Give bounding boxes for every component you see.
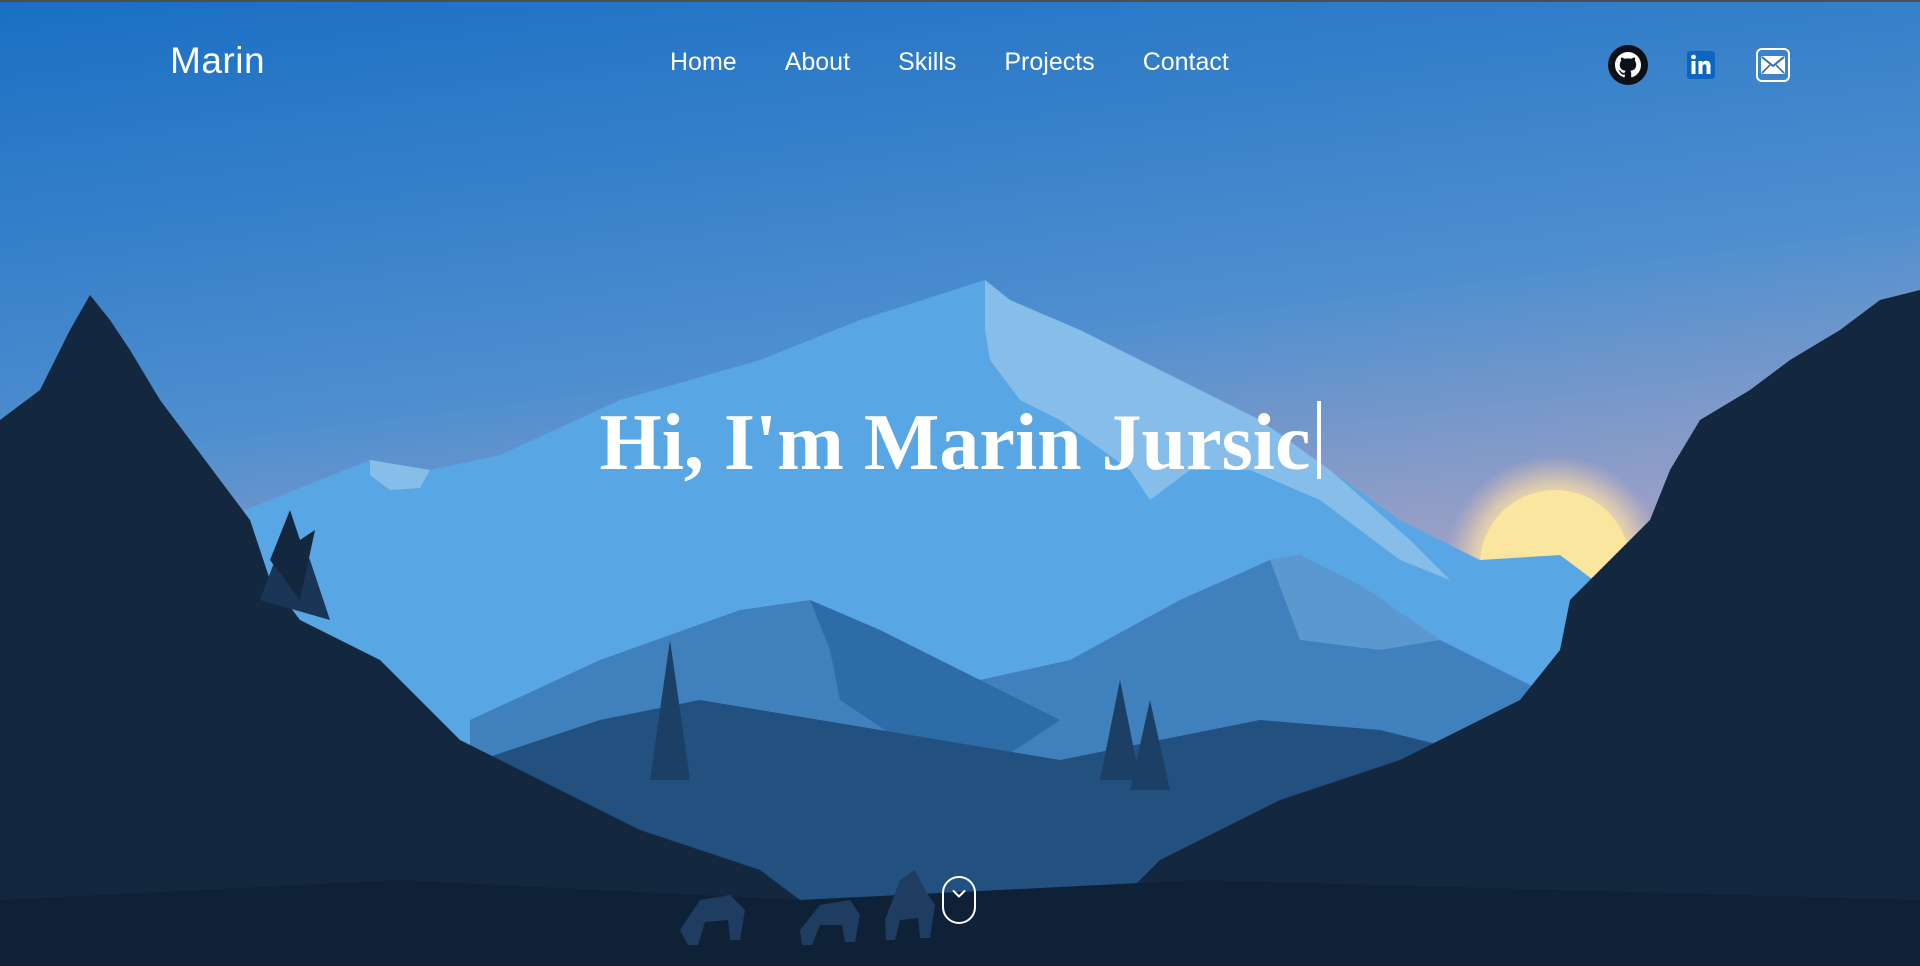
chevron-down-icon [952, 890, 966, 898]
mail-icon[interactable] [1752, 44, 1794, 86]
navbar: Marin Home About Skills Projects Contact [0, 0, 1920, 130]
brand-logo[interactable]: Marin [170, 40, 265, 82]
hero-headline: Hi, I'm Marin Jursic [0, 398, 1920, 488]
linkedin-icon[interactable] [1680, 44, 1722, 86]
nav-link-contact[interactable]: Contact [1143, 48, 1229, 77]
nav-link-projects[interactable]: Projects [1004, 48, 1094, 77]
scroll-down-button[interactable] [942, 876, 976, 924]
nav-link-home[interactable]: Home [670, 48, 737, 77]
nav-menu: Home About Skills Projects Contact [670, 48, 1229, 77]
hero-headline-text: Hi, I'm Marin Jursic [599, 399, 1311, 487]
github-icon[interactable] [1607, 44, 1649, 86]
nav-link-about[interactable]: About [785, 48, 850, 77]
typing-cursor [1316, 401, 1321, 479]
nav-link-skills[interactable]: Skills [898, 48, 956, 77]
hero-section: Marin Home About Skills Projects Contact [0, 0, 1920, 966]
